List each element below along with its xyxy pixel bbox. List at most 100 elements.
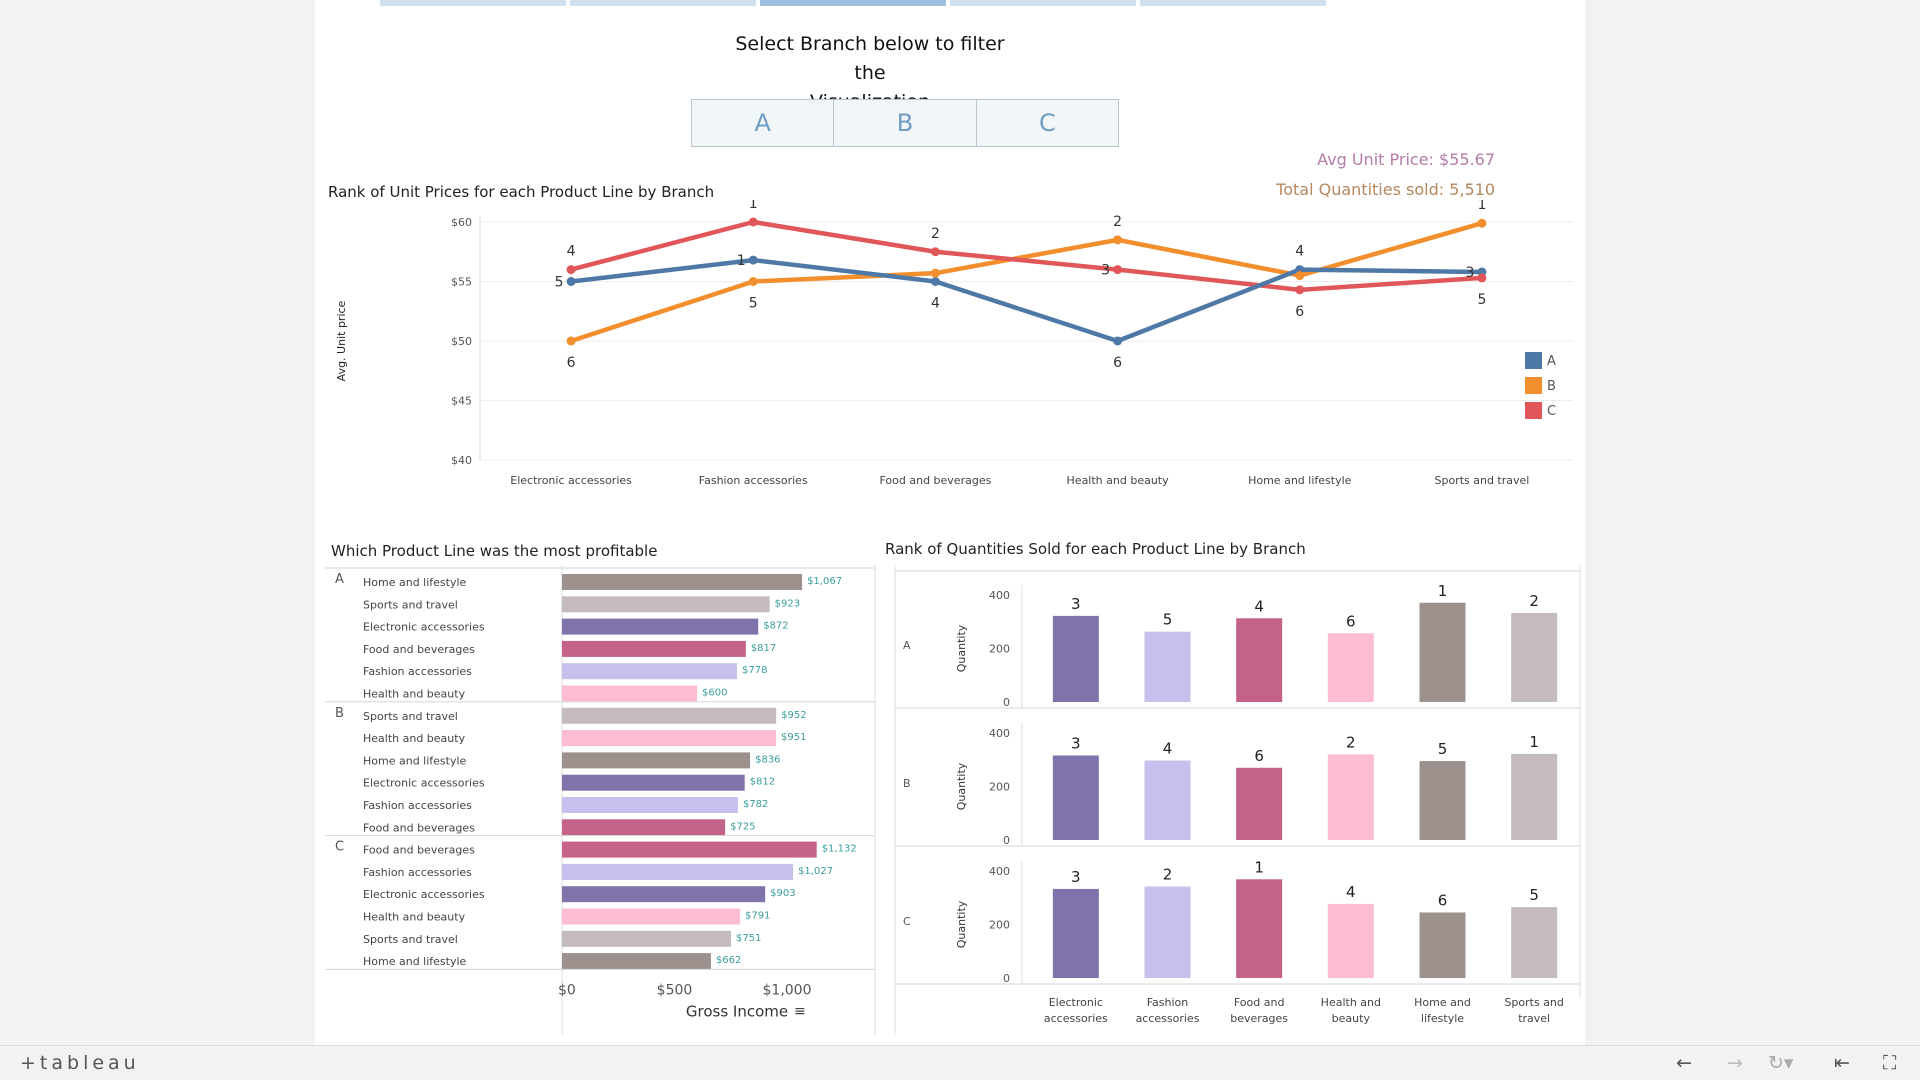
product-line-label: Electronic accessories bbox=[363, 888, 485, 901]
story-tab-active[interactable] bbox=[760, 0, 946, 6]
data-point bbox=[1113, 235, 1123, 245]
data-point bbox=[1477, 218, 1487, 228]
data-point bbox=[1477, 273, 1487, 283]
rank-label: 3 bbox=[1071, 595, 1081, 613]
story-tab[interactable] bbox=[1140, 0, 1326, 6]
rank-label: 3 bbox=[1101, 263, 1110, 279]
y-tick-label: 200 bbox=[989, 781, 1010, 794]
y-tick-label: $50 bbox=[451, 335, 472, 348]
product-line-label: Sports and travel bbox=[363, 710, 458, 723]
product-line-label: Food and beverages bbox=[363, 821, 475, 834]
x-tick-label: lifestyle bbox=[1421, 1012, 1464, 1025]
income-bar bbox=[562, 841, 817, 858]
x-tick-label: accessories bbox=[1044, 1012, 1108, 1025]
branch-filter-c-button[interactable]: C bbox=[977, 100, 1118, 146]
filter-title-line1: Select Branch below to filter the bbox=[735, 33, 1005, 84]
income-bar bbox=[562, 730, 776, 747]
x-tick-label: Electronic accessories bbox=[510, 474, 632, 487]
legend-label: C bbox=[1547, 404, 1556, 419]
product-line-label: Health and beauty bbox=[363, 732, 466, 745]
y-tick-label: 400 bbox=[989, 727, 1010, 740]
income-value-label: $836 bbox=[755, 754, 780, 765]
x-tick-label: Fashion accessories bbox=[699, 474, 808, 487]
dashboard-canvas: Select Branch below to filter the Visual… bbox=[315, 0, 1585, 1046]
rank-label: 3 bbox=[1071, 868, 1081, 886]
branch-label: A bbox=[335, 572, 344, 587]
fullscreen-icon[interactable]: ⛶ bbox=[1883, 1052, 1896, 1074]
data-point bbox=[930, 268, 940, 278]
income-value-label: $923 bbox=[775, 598, 800, 609]
income-value-label: $1,067 bbox=[807, 576, 842, 587]
sort-icon: ≡ bbox=[794, 1003, 806, 1019]
rank-unit-prices-title: Rank of Unit Prices for each Product Lin… bbox=[328, 183, 715, 201]
product-line-label: Health and beauty bbox=[363, 911, 466, 924]
rank-label: 1 bbox=[1438, 582, 1448, 600]
quantity-bar bbox=[1511, 612, 1558, 702]
revert-icon[interactable]: ↻▾ bbox=[1768, 1052, 1793, 1074]
income-value-label: $725 bbox=[730, 821, 755, 832]
product-line-label: Fashion accessories bbox=[363, 799, 472, 812]
tableau-logo[interactable]: +tableau bbox=[20, 1052, 140, 1074]
x-axis-title: Gross Income bbox=[686, 1002, 788, 1020]
quantity-bar bbox=[1511, 753, 1558, 840]
product-line-label: Food and beverages bbox=[363, 844, 475, 857]
income-value-label: $817 bbox=[751, 643, 776, 654]
income-bar bbox=[562, 953, 711, 970]
product-line-label: Sports and travel bbox=[363, 933, 458, 946]
x-tick-label: travel bbox=[1518, 1012, 1550, 1025]
rank-label: 4 bbox=[1163, 740, 1173, 758]
data-point bbox=[930, 247, 940, 257]
most-profitable-title: Which Product Line was the most profitab… bbox=[331, 542, 658, 560]
story-tab[interactable] bbox=[570, 0, 756, 6]
quantity-bar-chart: A Quantity 400 200 0 3 5 4 6 1 2 B Quantity 400 200 0 3 4… bbox=[894, 565, 1581, 1035]
legend-label: B bbox=[1547, 379, 1556, 394]
legend-swatch-c bbox=[1525, 402, 1542, 419]
income-bar bbox=[562, 574, 803, 590]
rank-label: 1 bbox=[1529, 733, 1539, 751]
quantity-bar bbox=[1419, 761, 1466, 840]
rank-label: 5 bbox=[1163, 611, 1173, 629]
y-tick-label: 200 bbox=[989, 919, 1010, 932]
income-value-label: $600 bbox=[702, 688, 727, 699]
product-line-label: Health and beauty bbox=[363, 688, 466, 701]
x-tick-label: Electronic bbox=[1049, 996, 1103, 1009]
branch-filter-b-button[interactable]: B bbox=[834, 100, 977, 146]
income-bar bbox=[562, 640, 746, 657]
rank-label: 4 bbox=[1295, 244, 1304, 260]
income-value-label: $812 bbox=[750, 777, 775, 788]
y-axis-title: Quantity bbox=[955, 624, 968, 672]
gross-income-bar-chart: A Home and lifestyle $1,067 Sports and trav… bbox=[325, 565, 876, 1035]
income-value-label: $1,027 bbox=[798, 866, 833, 877]
undo-icon[interactable]: ← bbox=[1676, 1052, 1692, 1074]
branch-filter-a-button[interactable]: A bbox=[692, 100, 835, 146]
branch-label: C bbox=[903, 915, 911, 928]
story-tab[interactable] bbox=[950, 0, 1136, 6]
legend-label: A bbox=[1547, 354, 1556, 369]
rank-label: 5 bbox=[1529, 886, 1539, 904]
data-point bbox=[1295, 271, 1305, 281]
data-point bbox=[1113, 336, 1123, 346]
product-line-label: Home and lifestyle bbox=[363, 576, 467, 589]
rank-label: 5 bbox=[1477, 292, 1486, 308]
first-page-icon[interactable]: ⇤ bbox=[1834, 1052, 1850, 1074]
y-tick-label: $55 bbox=[451, 276, 472, 289]
data-point bbox=[748, 217, 758, 227]
income-bar bbox=[562, 596, 770, 613]
income-value-label: $903 bbox=[770, 888, 795, 899]
quantity-bar bbox=[1419, 912, 1466, 978]
x-tick-label: $0 bbox=[558, 982, 576, 998]
income-bar bbox=[562, 663, 738, 680]
product-line-label: Electronic accessories bbox=[363, 621, 485, 634]
x-tick-label: Fashion bbox=[1147, 996, 1189, 1009]
data-point bbox=[566, 265, 576, 275]
income-value-label: $952 bbox=[781, 710, 806, 721]
rank-quantities-title: Rank of Quantities Sold for each Product… bbox=[885, 540, 1306, 558]
story-tab[interactable] bbox=[380, 0, 566, 6]
rank-label: 2 bbox=[1346, 733, 1356, 751]
quantity-bar bbox=[1052, 755, 1099, 840]
rank-label: 6 bbox=[1295, 304, 1304, 320]
rank-label: 1 bbox=[737, 253, 746, 269]
redo-icon[interactable]: → bbox=[1727, 1052, 1743, 1074]
x-tick-label: $500 bbox=[657, 982, 693, 998]
y-tick-label: $45 bbox=[451, 395, 472, 408]
